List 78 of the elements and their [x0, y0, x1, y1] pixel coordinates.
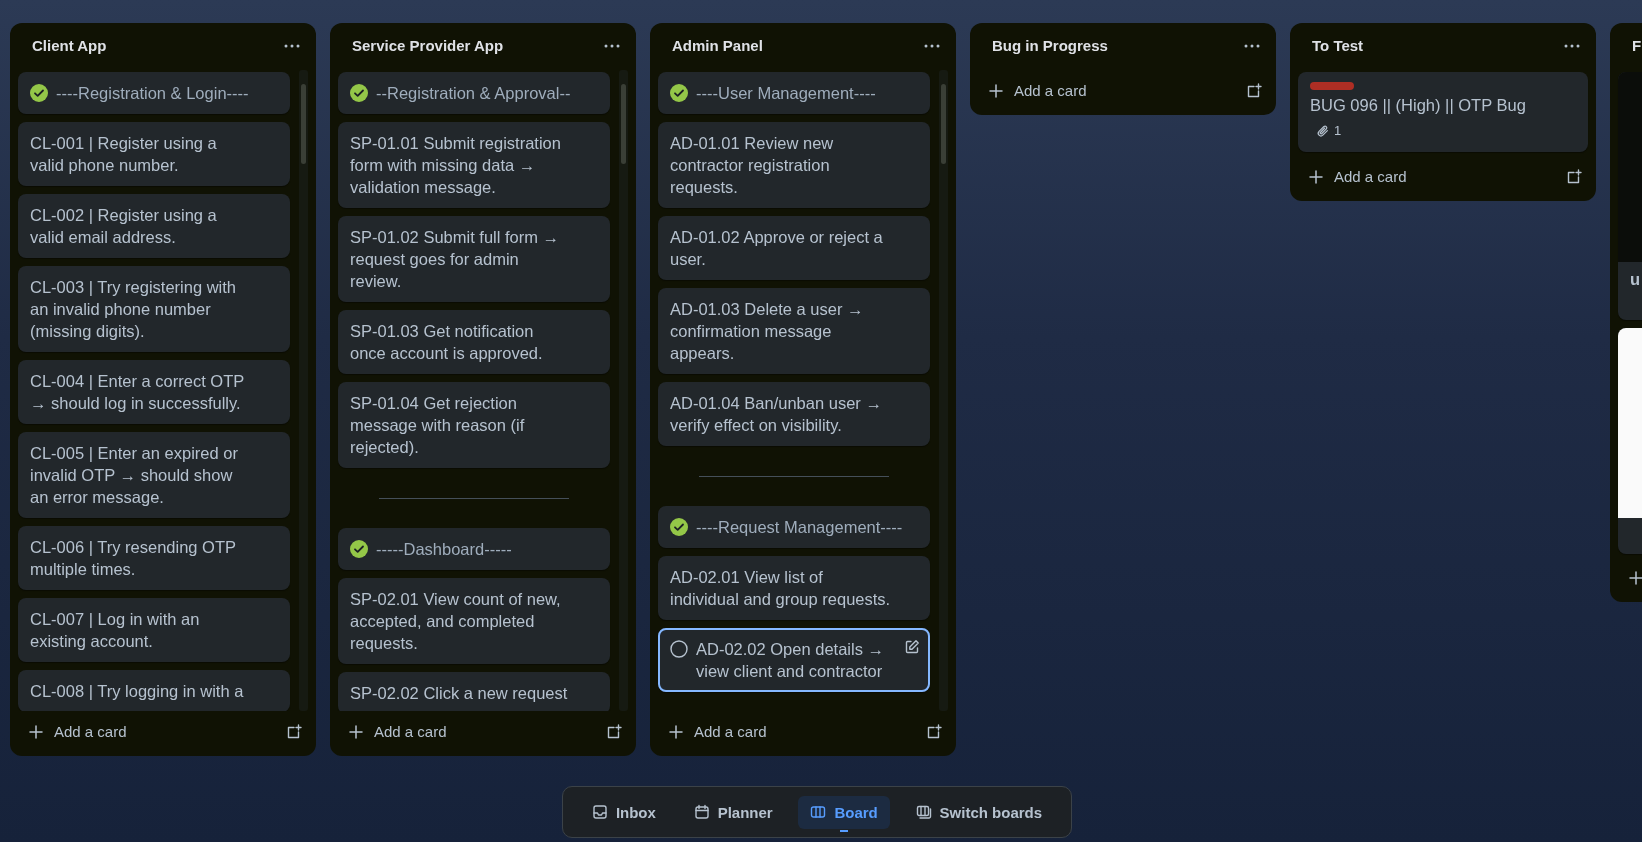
task-card[interactable]: CL-005 | Enter an expired or invalid OTP → should show an error message. [18, 432, 290, 518]
task-card[interactable]: SP-01.01 Submit registration form with missing data → validation message. [338, 122, 610, 208]
plus-icon [1628, 570, 1642, 586]
edit-icon [904, 639, 920, 655]
task-card[interactable]: AD-01.01 Review new contractor registration requests. [658, 122, 930, 208]
task-card[interactable]: CL-004 | Enter a correct OTP → should log in successfully. [18, 360, 290, 424]
plus-icon [1308, 168, 1324, 185]
template-icon [286, 723, 302, 740]
task-card[interactable]: CL-001 | Register using a valid phone number. [18, 122, 290, 186]
task-card[interactable]: AD-01.02 Approve or reject a user. [658, 216, 930, 280]
switch-boards-icon [915, 804, 932, 820]
task-card[interactable]: CL-007 | Log in with an existing account. [18, 598, 290, 662]
template-icon [606, 723, 622, 740]
card-title: u [1629, 269, 1642, 290]
template-icon [1566, 168, 1582, 185]
task-card[interactable]: AD-02.01 View list of individual and group requests. [658, 556, 930, 620]
scrollbar[interactable] [939, 70, 948, 711]
check-icon[interactable] [670, 84, 688, 102]
task-card[interactable]: ----Registration & Login---- [18, 72, 290, 114]
template-icon [926, 723, 942, 740]
check-icon[interactable] [30, 84, 48, 102]
list-title[interactable]: Bug in Progress [992, 37, 1108, 54]
check-icon[interactable] [350, 84, 368, 102]
check-icon[interactable] [670, 518, 688, 536]
task-card[interactable]: ----Request Management---- [658, 506, 930, 548]
paperclip-icon [1316, 124, 1330, 138]
add-card-button[interactable] [1626, 568, 1642, 588]
board-icon [810, 804, 827, 820]
scrollbar[interactable] [619, 70, 628, 711]
add-card-button[interactable]: Add a card [986, 80, 1089, 101]
task-card[interactable]: SP-01.03 Get notification once account is approved. [338, 310, 610, 374]
list-title[interactable]: Client App [32, 37, 107, 54]
add-card-button[interactable]: Add a card [346, 721, 449, 742]
scrollbar[interactable] [299, 70, 308, 711]
nav-tab[interactable]: Inbox [579, 795, 668, 829]
task-card[interactable]: BUG 096 || (High) || OTP Bug 1 [1298, 72, 1588, 152]
plus-icon [28, 723, 44, 740]
task-card[interactable]: CL-002 | Register using a valid email address. [18, 194, 290, 258]
card-title: --Registration & Approval-- [376, 83, 571, 104]
nav-tab[interactable]: Switch boards [903, 795, 1055, 829]
card-title: ----Request Management---- [696, 517, 903, 538]
task-card[interactable]: AD-01.03 Delete a user → confirmation message appears. [658, 288, 930, 374]
card-title: -----Dashboard----- [376, 539, 512, 560]
card-title: ----Registration & Login---- [56, 83, 249, 104]
task-card[interactable]: ----User Management---- [658, 72, 930, 114]
list-title[interactable]: Admin Panel [672, 37, 763, 54]
add-card-button[interactable]: Add a card [26, 721, 129, 742]
nav-tab[interactable]: Board [798, 795, 890, 829]
task-card[interactable]: SP-01.04 Get rejection message with reason (if rejected). [338, 382, 610, 468]
list-title[interactable]: To Test [1312, 37, 1364, 54]
list-title[interactable]: Service Provider App [352, 37, 504, 54]
cover-card[interactable]: u [1618, 72, 1642, 320]
add-card-button[interactable]: Add a card [1306, 166, 1409, 187]
task-card[interactable]: CL-008 | Try logging in with a [18, 670, 290, 711]
calendar-icon [693, 804, 710, 820]
plus-icon [668, 723, 684, 740]
task-card[interactable]: --Registration & Approval-- [338, 72, 610, 114]
add-card-button[interactable]: Add a card [666, 721, 769, 742]
task-card[interactable]: AD-01.04 Ban/unban user → verify effect on visibility. [658, 382, 930, 446]
task-card[interactable]: CL-003 | Try registering with an invalid phone number (missing digits). [18, 266, 290, 352]
check-icon[interactable] [350, 540, 368, 558]
task-card[interactable]: CL-006 | Try resending OTP multiple times. [18, 526, 290, 590]
list-title[interactable]: F [1632, 37, 1642, 54]
task-card[interactable]: SP-02.02 Click a new request [338, 672, 610, 711]
task-card[interactable]: AD-02.02 Open details → view client and contractor [658, 628, 930, 692]
checkbox-circle-icon[interactable] [670, 640, 688, 658]
card-title: ----User Management---- [696, 83, 876, 104]
task-card[interactable]: -----Dashboard----- [338, 528, 610, 570]
card-title: BUG 096 || (High) || OTP Bug [1310, 95, 1527, 116]
card-title: AD-02.02 Open details → view client and contractor [696, 639, 886, 682]
nav-tab[interactable]: Planner [681, 795, 785, 829]
plus-icon [988, 82, 1004, 99]
task-card[interactable]: SP-01.02 Submit full form → request goes for admin review. [338, 216, 610, 302]
attachment-count: 1 [1334, 122, 1342, 140]
inbox-icon [591, 804, 608, 820]
task-card[interactable]: SP-02.01 View count of new, accepted, and completed requests. [338, 578, 610, 664]
plus-icon [348, 723, 364, 740]
template-icon [1246, 82, 1262, 99]
